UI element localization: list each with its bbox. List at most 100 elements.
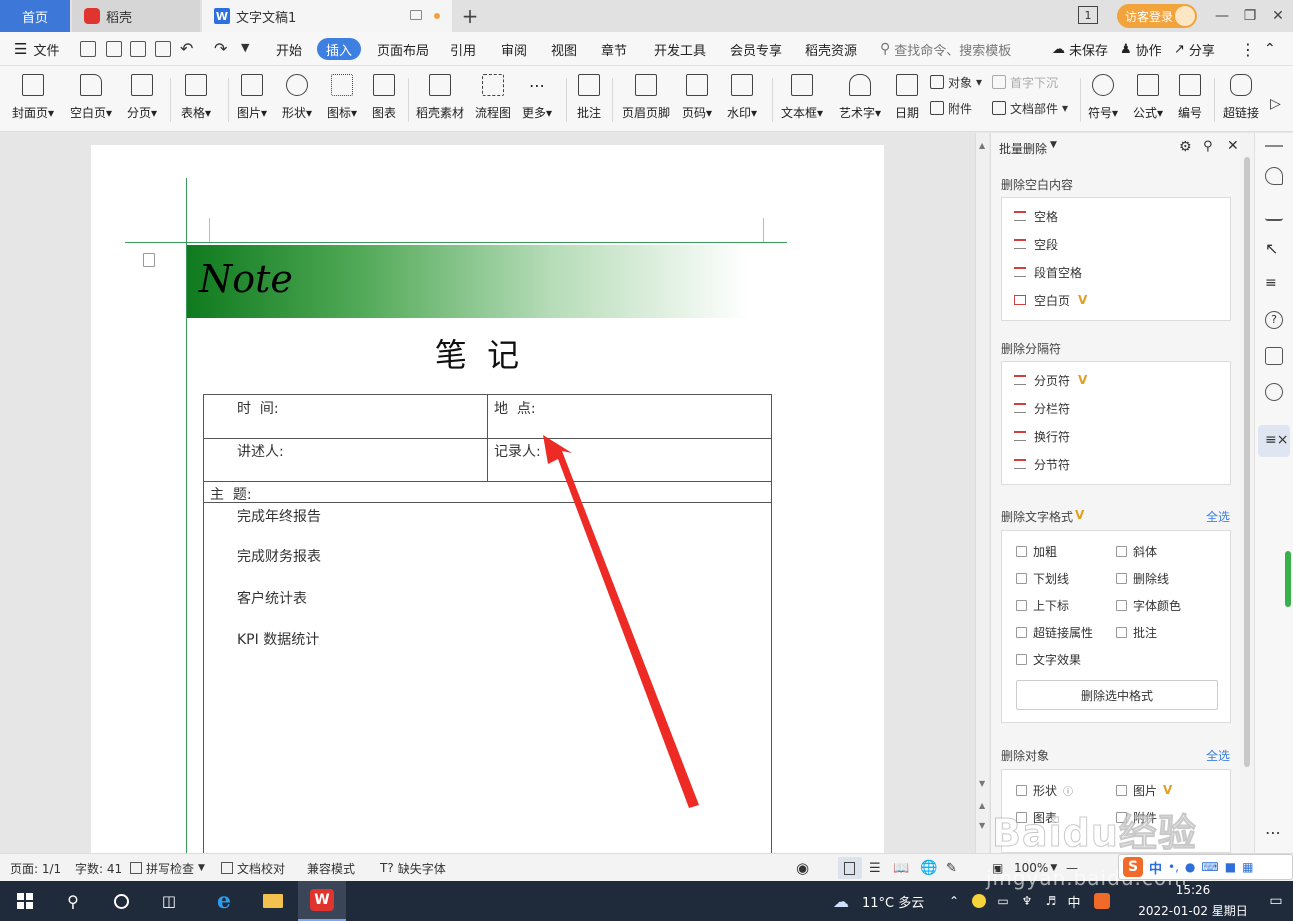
- object-button[interactable]: 对象 ▾: [930, 72, 982, 92]
- table-button[interactable]: 表格▾: [181, 72, 211, 128]
- keyboard-icon[interactable]: ⌨: [1201, 860, 1218, 874]
- settings-gear-icon[interactable]: ⚙: [1179, 139, 1192, 155]
- numbering-button[interactable]: 编号: [1178, 72, 1202, 128]
- menu-daoke-resources[interactable]: 稻壳资源: [805, 32, 857, 66]
- delete-blank-pages-item[interactable]: 空白页 V: [1014, 290, 1087, 310]
- unsaved-button[interactable]: ☁ 未保存: [1052, 32, 1108, 66]
- command-search[interactable]: ⚲ 查找命令、搜索模板: [880, 32, 1011, 66]
- print-preview-icon[interactable]: [155, 41, 171, 57]
- ribbon-scroll-right-icon[interactable]: ▷: [1270, 96, 1281, 112]
- delete-selected-format-button[interactable]: 删除选中格式: [1016, 680, 1218, 710]
- write-mode-icon[interactable]: ✎: [946, 854, 957, 882]
- page-break-button[interactable]: 分页▾: [127, 72, 157, 128]
- undo-icon[interactable]: ↶: [180, 39, 193, 58]
- menu-developer[interactable]: 开发工具: [654, 32, 706, 66]
- page-count-icon[interactable]: 1: [1078, 6, 1098, 24]
- monitor-icon[interactable]: [410, 10, 422, 20]
- batch-delete-icon[interactable]: ≡×: [1265, 432, 1288, 450]
- weather-cloud-icon[interactable]: ☁: [830, 881, 852, 921]
- redo-icon[interactable]: ↷: [214, 39, 227, 58]
- select-all-format-link[interactable]: 全选: [1206, 508, 1230, 525]
- more-horizontal-icon[interactable]: ⋯: [1265, 823, 1281, 842]
- visitor-login-button[interactable]: 访客登录: [1117, 4, 1197, 28]
- italic-checkbox[interactable]: 斜体: [1116, 542, 1157, 560]
- tab-daoke[interactable]: 稻壳: [72, 0, 200, 32]
- hyperlink-attr-checkbox[interactable]: 超链接属性: [1016, 623, 1093, 641]
- text-effect-checkbox[interactable]: 文字效果: [1016, 650, 1081, 668]
- attachment-button[interactable]: 附件: [930, 98, 972, 118]
- shape-button[interactable]: 形状▾: [282, 72, 312, 128]
- dropcap-button[interactable]: 首字下沉: [992, 72, 1058, 92]
- collaborate-button[interactable]: ♟ 协作: [1120, 32, 1162, 66]
- info-icon[interactable]: ⓘ: [1063, 783, 1073, 798]
- document-proof-button[interactable]: 文档校对: [221, 854, 285, 882]
- delete-empty-paragraphs-item[interactable]: 空段: [1014, 234, 1058, 254]
- clock-date[interactable]: 2022-01-02 星期日: [1128, 902, 1258, 920]
- font-color-checkbox[interactable]: 字体颜色: [1116, 596, 1181, 614]
- textbox-button[interactable]: 文本框▾: [781, 72, 823, 128]
- menu-review[interactable]: 审阅: [501, 32, 527, 66]
- menu-references[interactable]: 引用: [450, 32, 476, 66]
- formula-button[interactable]: 公式▾: [1133, 72, 1163, 128]
- wordart-button[interactable]: 艺术字▾: [839, 72, 881, 128]
- tray-expand-icon[interactable]: ⌃: [944, 881, 964, 921]
- strikethrough-checkbox[interactable]: 删除线: [1116, 569, 1169, 587]
- save-icon[interactable]: [80, 41, 96, 57]
- header-footer-button[interactable]: 页眉页脚: [622, 72, 670, 128]
- date-button[interactable]: 日期: [895, 72, 919, 128]
- task-view-icon[interactable]: ◫: [156, 881, 182, 921]
- lightbulb-icon[interactable]: [1265, 383, 1283, 401]
- delete-column-break-item[interactable]: 分栏符: [1014, 398, 1070, 418]
- ai-assistant-icon[interactable]: [1265, 347, 1283, 365]
- cursor-icon[interactable]: ↖: [1265, 239, 1283, 258]
- picture-checkbox[interactable]: 图片 V: [1116, 781, 1172, 799]
- comment-checkbox[interactable]: 批注: [1116, 623, 1157, 641]
- toolbox-icon[interactable]: ▦: [1242, 860, 1253, 874]
- collapse-ribbon-icon[interactable]: ⌃: [1264, 32, 1276, 66]
- sidebar-drag-handle[interactable]: [1265, 145, 1283, 147]
- word-count[interactable]: 字数: 41: [75, 854, 122, 882]
- pen-icon[interactable]: [1265, 203, 1283, 221]
- rocket-icon[interactable]: [1265, 167, 1283, 185]
- taskbar-search-icon[interactable]: ⚲: [60, 881, 86, 921]
- delete-spaces-item[interactable]: 空格: [1014, 206, 1058, 226]
- cover-page-button[interactable]: 封面页▾: [12, 72, 54, 128]
- spell-check-button[interactable]: 拼写检查 ▼: [130, 854, 205, 882]
- hyperlink-button[interactable]: 超链接: [1223, 72, 1259, 128]
- next-page-icon[interactable]: ▼: [979, 821, 985, 830]
- prev-page-icon[interactable]: ▲: [979, 801, 985, 810]
- more-vertical-icon[interactable]: ⋮: [1240, 32, 1256, 66]
- underline-checkbox[interactable]: 下划线: [1016, 569, 1069, 587]
- close-panel-icon[interactable]: ✕: [1227, 138, 1239, 154]
- delete-line-break-item[interactable]: 换行符: [1014, 426, 1070, 446]
- delete-section-break-item[interactable]: 分节符: [1014, 454, 1070, 474]
- help-icon[interactable]: ?: [1265, 311, 1283, 329]
- bold-checkbox[interactable]: 加粗: [1016, 542, 1057, 560]
- panel-header[interactable]: 批量删除 ▼: [999, 140, 1057, 157]
- reading-view-icon[interactable]: 📖: [893, 854, 909, 882]
- blank-page-button[interactable]: 空白页▾: [70, 72, 112, 128]
- page-view-icon[interactable]: [844, 854, 855, 882]
- close-icon[interactable]: ✕: [1268, 6, 1288, 26]
- menu-insert[interactable]: 插入: [317, 38, 362, 60]
- more-button[interactable]: ⋯ 更多▾: [522, 72, 552, 128]
- menu-page-layout[interactable]: 页面布局: [377, 32, 429, 66]
- new-tab-button[interactable]: +: [458, 4, 482, 28]
- eye-protection-icon[interactable]: ◉: [796, 854, 809, 882]
- scroll-down-icon[interactable]: ▼: [979, 779, 985, 788]
- tab-home[interactable]: 首页: [0, 0, 70, 32]
- flowchart-button[interactable]: 流程图: [475, 72, 511, 128]
- file-menu[interactable]: ☰ 文件: [14, 32, 59, 66]
- share-button[interactable]: ↗ 分享: [1174, 32, 1215, 66]
- delete-leading-spaces-item[interactable]: 段首空格: [1014, 262, 1082, 282]
- menu-view[interactable]: 视图: [551, 32, 577, 66]
- icon-library-button[interactable]: 图标▾: [327, 72, 357, 128]
- page-indicator[interactable]: 页面: 1/1: [10, 854, 61, 882]
- chart-button[interactable]: 图表: [372, 72, 396, 128]
- picture-button[interactable]: 图片▾: [237, 72, 267, 128]
- web-view-icon[interactable]: 🌐: [920, 854, 937, 882]
- delete-page-break-item[interactable]: 分页符 V: [1014, 370, 1087, 390]
- weather-text[interactable]: 11°C 多云: [862, 881, 924, 921]
- print-icon[interactable]: [130, 41, 146, 57]
- mic-icon[interactable]: ●: [1185, 860, 1195, 874]
